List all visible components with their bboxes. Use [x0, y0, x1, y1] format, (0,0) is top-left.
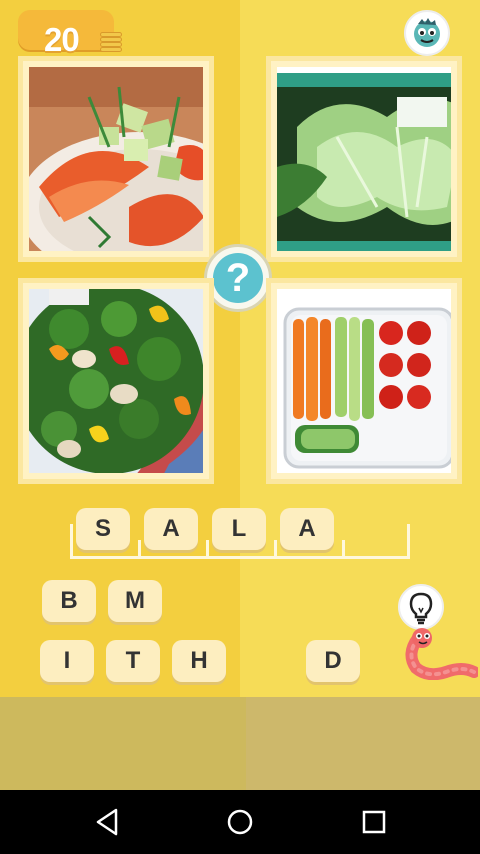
- back-icon[interactable]: [90, 804, 126, 840]
- question-mark: ?: [213, 253, 263, 303]
- coin-counter[interactable]: 20: [18, 10, 122, 58]
- answer-tile-1[interactable]: S: [76, 508, 130, 550]
- letter-tile-m[interactable]: M: [108, 580, 162, 622]
- question-button[interactable]: ?: [204, 244, 272, 312]
- lightbulb-icon[interactable]: [398, 584, 444, 630]
- answer-tile-2[interactable]: A: [144, 508, 198, 550]
- letter-tile-i[interactable]: I: [40, 640, 94, 682]
- photo-tomato-cucumber-salad[interactable]: [18, 56, 214, 262]
- home-icon[interactable]: [222, 804, 258, 840]
- photo-broccoli-pepper-salad[interactable]: [18, 278, 214, 484]
- system-navigation-bar: [0, 790, 480, 854]
- letter-tile-t[interactable]: T: [106, 640, 160, 682]
- game-screen: 20 ? S A L A B M I T H D: [0, 0, 480, 790]
- mascot-face-icon[interactable]: [404, 10, 450, 56]
- letter-tile-d[interactable]: D: [306, 640, 360, 682]
- photo-lettuce[interactable]: [266, 56, 462, 262]
- answer-tile-3[interactable]: L: [212, 508, 266, 550]
- footer-band: [0, 697, 480, 790]
- worm-mascot-icon[interactable]: [404, 628, 480, 681]
- coin-count: 20: [44, 21, 80, 58]
- coin-stack-icon: [100, 30, 122, 52]
- letter-tile-h[interactable]: H: [172, 640, 226, 682]
- answer-tile-4[interactable]: A: [280, 508, 334, 550]
- letter-tile-b[interactable]: B: [42, 580, 96, 622]
- recents-icon[interactable]: [356, 804, 392, 840]
- photo-vegetable-sticks-box[interactable]: [266, 278, 462, 484]
